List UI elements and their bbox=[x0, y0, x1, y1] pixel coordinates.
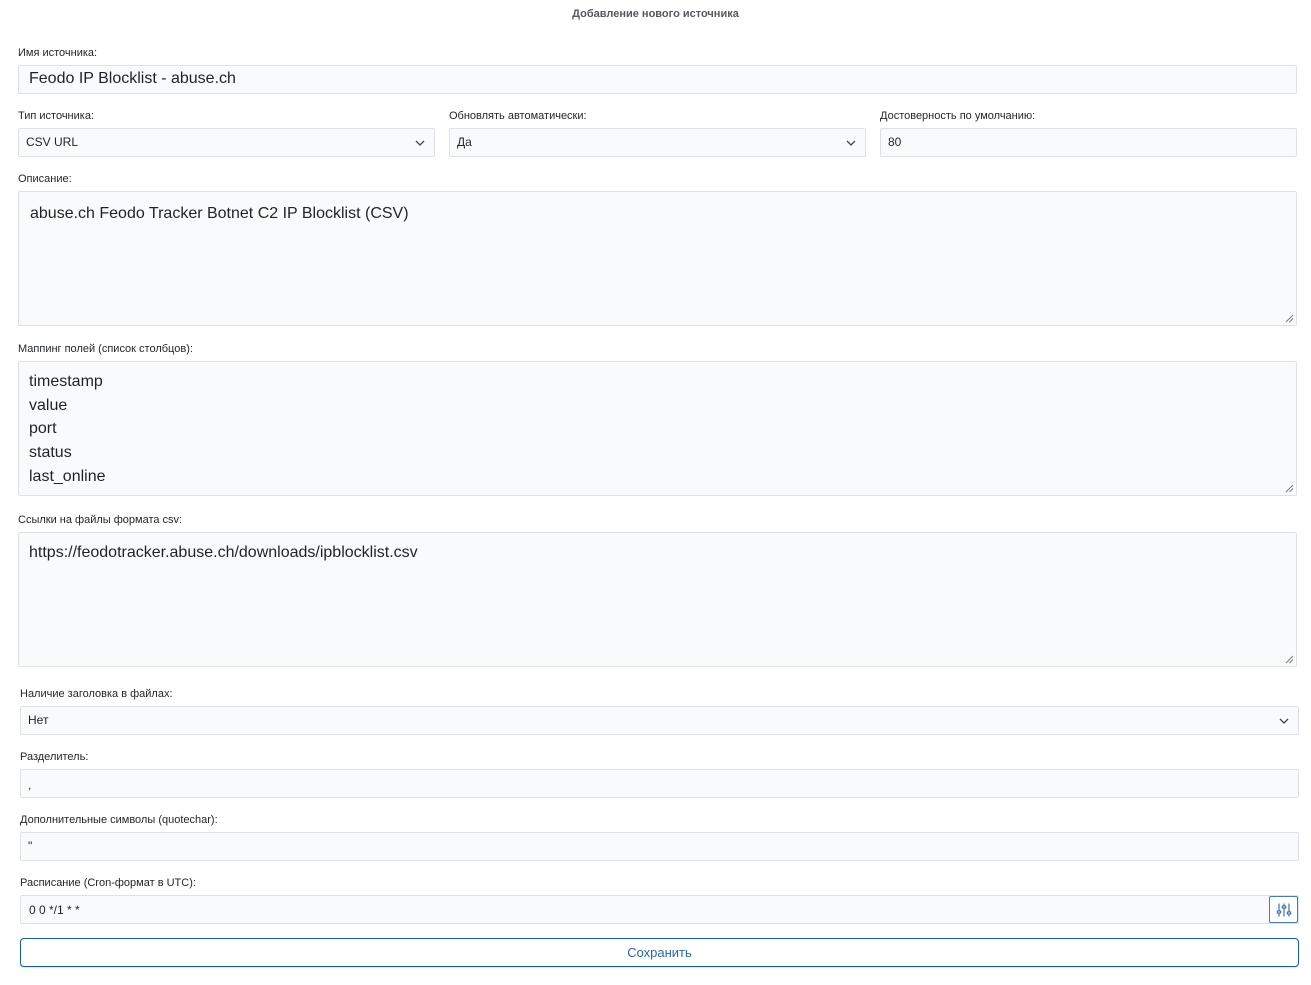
field-mapping-line: port bbox=[29, 420, 57, 438]
csv-links-textarea[interactable]: https://feodotracker.abuse.ch/downloads/… bbox=[18, 532, 1297, 667]
delimiter-value: , bbox=[28, 778, 32, 792]
has-header-select[interactable]: Нет bbox=[20, 706, 1299, 735]
cron-builder-button[interactable] bbox=[1269, 896, 1298, 923]
field-mapping-line: timestamp bbox=[29, 373, 103, 390]
source-type-value: CSV URL bbox=[26, 135, 79, 149]
csv-links-label: Ссылки на файлы формата csv: bbox=[18, 514, 183, 526]
field-mapping-line: last_online bbox=[29, 467, 106, 485]
field-mapping-textarea[interactable]: timestamp value port status last_online bbox=[18, 361, 1297, 496]
csv-links-value: https://feodotracker.abuse.ch/downloads/… bbox=[29, 544, 418, 561]
schedule-label: Расписание (Cron-формат в UTC): bbox=[20, 877, 196, 889]
sliders-icon bbox=[1276, 903, 1292, 917]
description-textarea[interactable]: abuse.ch Feodo Tracker Botnet C2 IP Bloc… bbox=[18, 191, 1297, 326]
chevron-down-icon bbox=[846, 140, 856, 146]
source-type-select[interactable]: CSV URL bbox=[18, 128, 435, 157]
source-name-value: Feodo IP Blocklist - abuse.ch bbox=[29, 70, 236, 87]
default-confidence-value: 80 bbox=[888, 135, 902, 149]
default-confidence-label: Достоверность по умолчанию: bbox=[880, 110, 1036, 122]
quotechar-label: Дополнительные символы (quotechar): bbox=[20, 814, 218, 826]
form-title: Добавление нового источника bbox=[572, 8, 739, 20]
field-mapping-lines: timestamp value port status last_online bbox=[29, 370, 106, 489]
has-header-value: Нет bbox=[28, 713, 49, 727]
resize-grip-icon[interactable] bbox=[1285, 314, 1294, 323]
quotechar-value: " bbox=[28, 839, 33, 853]
description-label: Описание: bbox=[18, 173, 72, 185]
source-type-label: Тип источника: bbox=[18, 110, 95, 122]
resize-grip-icon[interactable] bbox=[1285, 655, 1294, 664]
chevron-down-icon bbox=[1279, 718, 1289, 724]
auto-update-value: Да bbox=[457, 135, 472, 149]
chevron-down-icon bbox=[415, 140, 425, 146]
add-source-form: Добавление нового источника Имя источник… bbox=[0, 0, 1311, 985]
source-name-label: Имя источника: bbox=[18, 47, 98, 59]
delimiter-input[interactable]: , bbox=[20, 769, 1299, 798]
default-confidence-input[interactable]: 80 bbox=[880, 128, 1297, 157]
field-mapping-line: value bbox=[29, 396, 68, 414]
description-value: abuse.ch Feodo Tracker Botnet C2 IP Bloc… bbox=[30, 205, 409, 222]
delimiter-label: Разделитель: bbox=[20, 751, 89, 763]
resize-grip-icon[interactable] bbox=[1285, 484, 1294, 493]
quotechar-input[interactable]: " bbox=[20, 832, 1299, 861]
field-mapping-line: status bbox=[29, 444, 72, 462]
auto-update-label: Обновлять автоматически: bbox=[449, 110, 587, 122]
schedule-value: 0 0 */1 * * bbox=[29, 903, 80, 917]
auto-update-select[interactable]: Да bbox=[449, 128, 866, 157]
has-header-label: Наличие заголовка в файлах: bbox=[20, 688, 173, 700]
field-mapping-label: Маппинг полей (список столбцов): bbox=[18, 343, 193, 355]
schedule-input[interactable]: 0 0 */1 * * bbox=[20, 895, 1299, 924]
save-button[interactable]: Сохранить bbox=[20, 938, 1299, 967]
source-name-input[interactable]: Feodo IP Blocklist - abuse.ch bbox=[18, 65, 1297, 94]
